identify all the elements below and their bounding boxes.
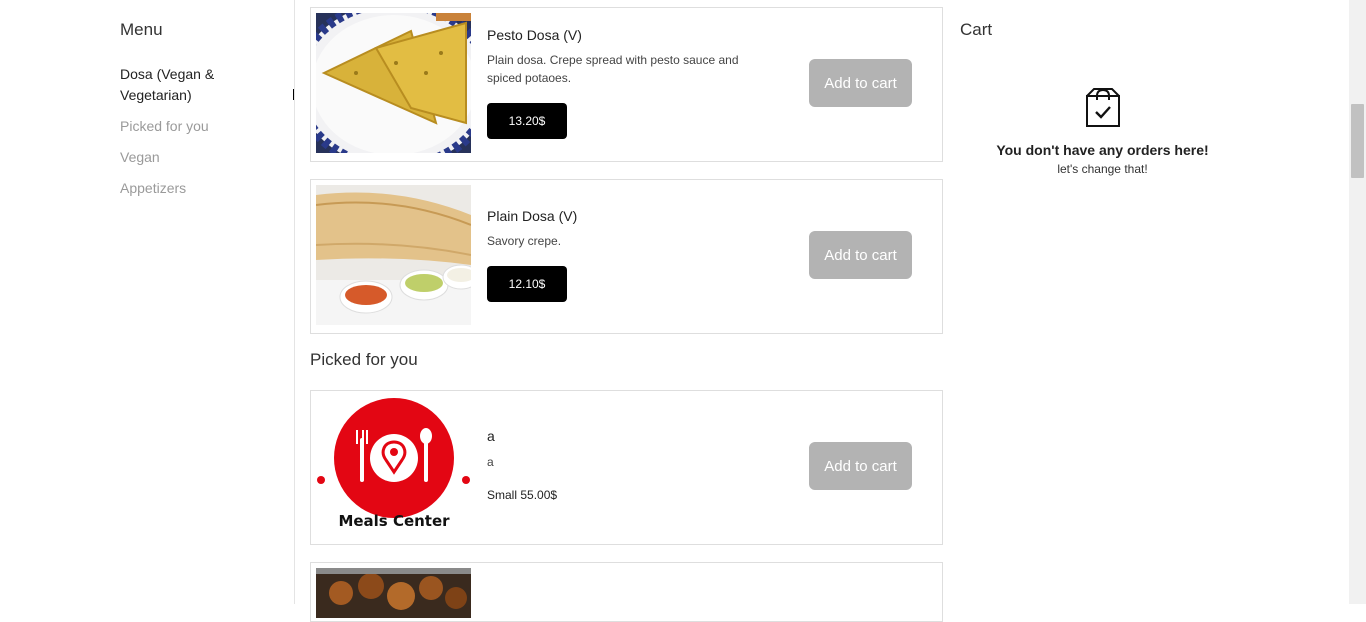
menu-item-vegan[interactable]: Vegan <box>120 147 160 168</box>
product-card-picked: Meals Center a a Small 55.00$ Add to car… <box>310 390 943 545</box>
product-name: Pesto Dosa (V) <box>487 27 582 43</box>
menu-item-picked-for-you[interactable]: Picked for you <box>120 116 209 137</box>
scrollbar-track[interactable] <box>1349 0 1366 604</box>
product-card-plain-dosa: Plain Dosa (V) Savory crepe. 12.10$ Add … <box>310 179 943 334</box>
cart-empty-title: You don't have any orders here! <box>996 142 1209 158</box>
product-card-pesto-dosa: Pesto Dosa (V) Plain dosa. Crepe spread … <box>310 7 943 162</box>
add-to-cart-button[interactable]: Add to cart <box>809 231 912 279</box>
cart-title: Cart <box>960 20 993 39</box>
menu-title: Menu <box>120 20 163 39</box>
menu-item-appetizers[interactable]: Appetizers <box>120 178 186 199</box>
product-description: a <box>487 455 494 469</box>
shopping-bag-check-icon <box>1084 86 1122 128</box>
menu-item-dosa[interactable]: Dosa (Vegan & Vegetarian) <box>120 64 260 106</box>
product-name: a <box>487 428 495 444</box>
product-name: Plain Dosa (V) <box>487 208 578 224</box>
add-to-cart-button[interactable]: Add to cart <box>809 442 912 490</box>
product-image-pesto-dosa[interactable] <box>316 13 471 153</box>
product-image-logo[interactable]: Meals Center <box>316 396 471 536</box>
price-badge: 12.10$ <box>487 266 567 302</box>
product-card-partial <box>310 562 943 622</box>
product-price: Small 55.00$ <box>487 488 558 502</box>
add-to-cart-button[interactable]: Add to cart <box>809 59 912 107</box>
scrollbar-thumb[interactable] <box>1351 104 1364 178</box>
price-badge: 13.20$ <box>487 103 567 139</box>
section-title-picked-for-you: Picked for you <box>310 350 418 369</box>
cart-empty-subtitle: let's change that! <box>1057 162 1148 176</box>
product-image-plain-dosa[interactable] <box>316 185 471 325</box>
product-description: Plain dosa. Crepe spread with pesto sauc… <box>487 53 739 85</box>
logo-text: Meals Center <box>338 512 450 530</box>
product-image-partial[interactable] <box>316 568 471 618</box>
product-description: Savory crepe. <box>487 234 562 248</box>
sidebar-divider <box>294 0 295 604</box>
